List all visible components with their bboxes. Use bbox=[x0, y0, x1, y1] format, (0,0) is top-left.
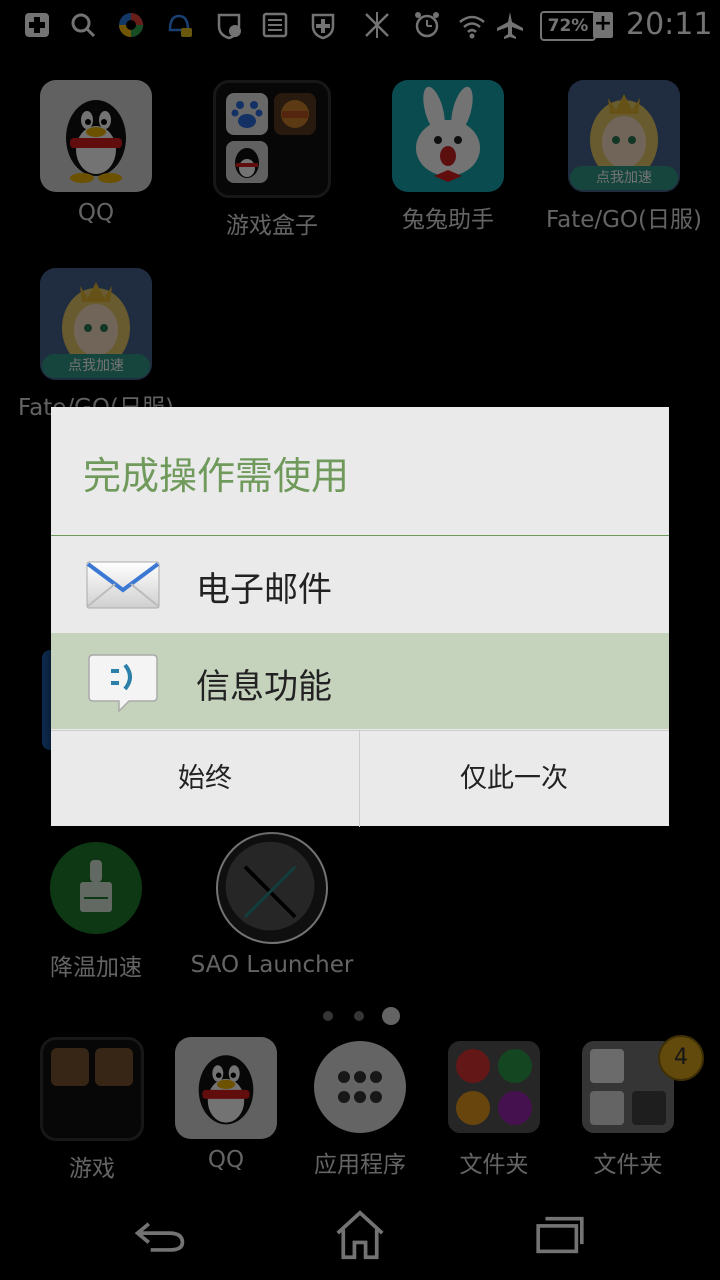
dock-folder-tools[interactable]: 4 文件夹 bbox=[543, 1035, 713, 1179]
page-indicator bbox=[318, 1007, 408, 1027]
app-tutu-helper[interactable]: 兔兔助手 bbox=[363, 80, 533, 234]
qq-penguin-icon bbox=[40, 80, 152, 192]
status-time: 20:11 bbox=[626, 7, 713, 42]
wifi-icon bbox=[455, 8, 489, 42]
app-sao-launcher[interactable]: SAO Launcher bbox=[187, 832, 357, 978]
folder-icon bbox=[448, 1041, 540, 1133]
walkman-icon bbox=[498, 1091, 532, 1125]
dialog-item-label: 信息功能 bbox=[196, 667, 332, 707]
dialog-button-bar: 始终 仅此一次 bbox=[51, 730, 669, 827]
alarm-clock-icon bbox=[410, 8, 444, 42]
folder-icon: 4 bbox=[582, 1035, 704, 1133]
home-icon bbox=[336, 1210, 384, 1260]
app-fgo-jp-2[interactable]: 点我加速 Fate/GO(日服) bbox=[11, 268, 181, 422]
page-dot bbox=[323, 1011, 333, 1021]
always-button[interactable]: 始终 bbox=[51, 731, 359, 827]
boost-badge: 点我加速 bbox=[570, 166, 678, 190]
colorful-app-icon bbox=[114, 8, 148, 42]
fgo-saber-icon: 点我加速 bbox=[40, 268, 152, 380]
hearthstone-icon bbox=[51, 1048, 89, 1086]
app-label: SAO Launcher bbox=[190, 952, 354, 978]
app-chooser-dialog: 完成操作需使用 电子邮件 信息功能 始终 仅此一次 bbox=[51, 407, 669, 827]
navigation-bar bbox=[0, 1195, 720, 1280]
contacts-icon bbox=[590, 1049, 624, 1083]
back-button[interactable] bbox=[125, 1205, 195, 1265]
app-label: 兔兔助手 bbox=[402, 207, 494, 233]
folder-icon bbox=[213, 80, 331, 198]
app-folder-game-box[interactable]: 游戏盒子 bbox=[187, 80, 357, 240]
home-button[interactable] bbox=[325, 1205, 395, 1265]
just-once-button[interactable]: 仅此一次 bbox=[360, 731, 668, 827]
recent-apps-button[interactable] bbox=[525, 1205, 595, 1265]
search-icon bbox=[66, 8, 100, 42]
security-shield-icon bbox=[306, 8, 340, 42]
app-label: 游戏盒子 bbox=[226, 213, 318, 239]
page-dot-active bbox=[382, 1007, 400, 1025]
message-bubble-icon bbox=[85, 651, 161, 713]
mail-envelope-icon bbox=[85, 554, 161, 616]
phone-icon bbox=[590, 1091, 624, 1125]
grid-app-icon bbox=[498, 1049, 532, 1083]
photo-icon bbox=[456, 1091, 490, 1125]
dialog-item-label: 电子邮件 bbox=[196, 570, 332, 610]
airplane-mode-icon bbox=[493, 8, 527, 42]
film-icon bbox=[456, 1049, 490, 1083]
battery-indicator: 72% bbox=[540, 11, 596, 41]
sd-card-icon bbox=[258, 8, 292, 42]
folder-icon bbox=[40, 1037, 144, 1141]
qq-penguin-icon bbox=[175, 1037, 277, 1139]
dialog-item-messaging[interactable]: 信息功能 bbox=[51, 633, 669, 729]
app-cool-boost[interactable]: 降温加速 bbox=[11, 842, 181, 982]
baidu-du-icon bbox=[226, 93, 268, 135]
broom-icon bbox=[50, 842, 142, 934]
charging-icon: + bbox=[593, 11, 613, 38]
status-bar: 72% + 20:11 bbox=[0, 0, 720, 50]
back-arrow-icon bbox=[134, 1222, 185, 1252]
hearthstone-icon bbox=[95, 1048, 133, 1086]
shield-alert-icon bbox=[212, 8, 246, 42]
qq-small-icon bbox=[226, 141, 268, 183]
dialog-title: 完成操作需使用 bbox=[83, 454, 350, 498]
page-dot bbox=[354, 1011, 364, 1021]
game-badge-icon bbox=[274, 93, 316, 135]
plus-cross-icon bbox=[20, 8, 54, 42]
app-fgo-jp[interactable]: 点我加速 Fate/GO(日服) bbox=[539, 80, 709, 234]
recent-apps-icon bbox=[536, 1216, 584, 1254]
app-qq[interactable]: QQ bbox=[11, 80, 181, 226]
rabbit-icon bbox=[392, 80, 504, 192]
app-label: 文件夹 bbox=[593, 1152, 663, 1178]
notification-count-badge: 4 bbox=[658, 1035, 704, 1081]
crossed-swords-icon bbox=[216, 832, 328, 944]
boost-badge: 点我加速 bbox=[42, 354, 150, 378]
app-label: 降温加速 bbox=[50, 955, 142, 981]
app-grid-icon bbox=[314, 1041, 406, 1133]
app-label: QQ bbox=[77, 200, 115, 226]
fgo-saber-icon: 点我加速 bbox=[568, 80, 680, 192]
dialog-item-email[interactable]: 电子邮件 bbox=[51, 536, 669, 632]
calculator-icon bbox=[632, 1091, 666, 1125]
app-label: Fate/GO(日服) bbox=[545, 207, 702, 233]
nfc-crossed-icon bbox=[360, 8, 394, 42]
notification-bell-icon bbox=[162, 8, 196, 42]
